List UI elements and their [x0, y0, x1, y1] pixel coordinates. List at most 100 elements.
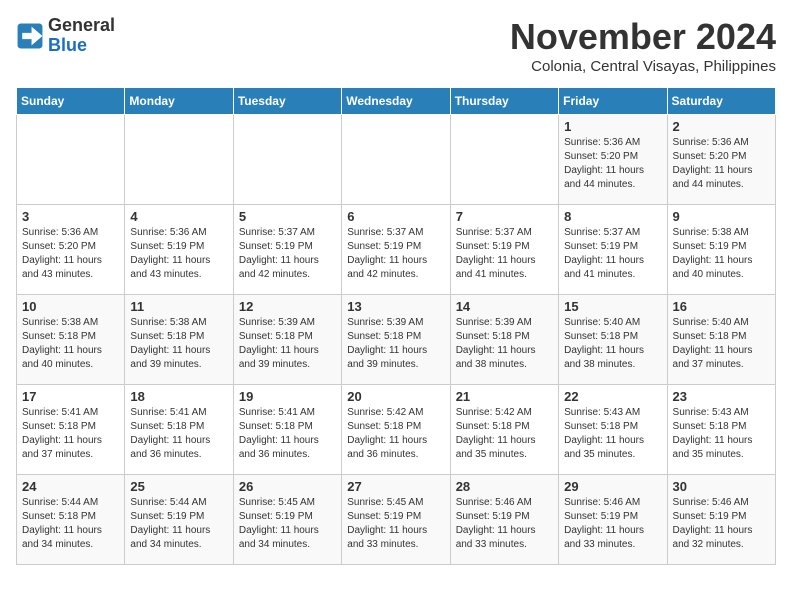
calendar-cell: 30Sunrise: 5:46 AM Sunset: 5:19 PM Dayli…	[667, 475, 775, 565]
day-info: Sunrise: 5:36 AM Sunset: 5:19 PM Dayligh…	[130, 226, 227, 282]
header-friday: Friday	[559, 88, 667, 115]
day-info: Sunrise: 5:44 AM Sunset: 5:19 PM Dayligh…	[130, 496, 227, 552]
day-number: 28	[456, 479, 553, 494]
calendar-cell: 29 Sunrise: 5:46 AM Sunset: 5:19 PM Dayli…	[559, 475, 667, 565]
day-info: Sunrise: 5:38 AM Sunset: 5:18 PM Dayligh…	[22, 316, 119, 372]
header-wednesday: Wednesday	[342, 88, 450, 115]
day-number: 23	[673, 389, 770, 404]
day-number: 26	[239, 479, 336, 494]
calendar-cell: 3 Sunrise: 5:36 AM Sunset: 5:20 PM Daylig…	[17, 205, 125, 295]
day-info: Sunrise: 5:40 AM Sunset: 5:18 PM Dayligh…	[673, 316, 770, 372]
header-monday: Monday	[125, 88, 233, 115]
calendar-cell: 27 Sunrise: 5:45 AM Sunset: 5:19 PM Dayli…	[342, 475, 450, 565]
day-info: Sunrise: 5:37 AM Sunset: 5:19 PM Dayligh…	[347, 226, 444, 282]
day-info: Sunrise: 5:46 AM Sunset: 5:19 PM Dayligh…	[673, 496, 770, 552]
logo: General Blue	[16, 16, 115, 56]
calendar-cell: 24 Sunrise: 5:44 AM Sunset: 5:18 PM Dayli…	[17, 475, 125, 565]
day-number: 7	[456, 209, 553, 224]
day-number: 16	[673, 299, 770, 314]
day-number: 4	[130, 209, 227, 224]
header-tuesday: Tuesday	[233, 88, 341, 115]
header-saturday: Saturday	[667, 88, 775, 115]
calendar-cell: 23 Sunrise: 5:43 AM Sunset: 5:18 PM Dayli…	[667, 385, 775, 475]
location-subtitle: Colonia, Central Visayas, Philippines	[510, 58, 776, 75]
day-number: 18	[130, 389, 227, 404]
calendar-cell	[233, 115, 341, 205]
calendar-cell: 6 Sunrise: 5:37 AM Sunset: 5:19 PM Daylig…	[342, 205, 450, 295]
day-number: 12	[239, 299, 336, 314]
calendar-cell: 11 Sunrise: 5:38 AM Sunset: 5:18 PM Dayli…	[125, 295, 233, 385]
calendar-cell	[342, 115, 450, 205]
day-number: 5	[239, 209, 336, 224]
day-info: Sunrise: 5:37 AM Sunset: 5:19 PM Dayligh…	[239, 226, 336, 282]
calendar-cell: 20 Sunrise: 5:42 AM Sunset: 5:18 PM Dayli…	[342, 385, 450, 475]
calendar-cell: 9 Sunrise: 5:38 AM Sunset: 5:19 PM Daylig…	[667, 205, 775, 295]
day-info: Sunrise: 5:39 AM Sunset: 5:18 PM Dayligh…	[456, 316, 553, 372]
day-number: 20	[347, 389, 444, 404]
day-number: 3	[22, 209, 119, 224]
day-info: Sunrise: 5:37 AM Sunset: 5:19 PM Dayligh…	[564, 226, 661, 282]
day-number: 22	[564, 389, 661, 404]
day-number: 27	[347, 479, 444, 494]
calendar-cell: 25 Sunrise: 5:44 AM Sunset: 5:19 PM Dayli…	[125, 475, 233, 565]
day-number: 9	[673, 209, 770, 224]
day-info: Sunrise: 5:40 AM Sunset: 5:18 PM Dayligh…	[564, 316, 661, 372]
day-info: Sunrise: 5:38 AM Sunset: 5:19 PM Dayligh…	[673, 226, 770, 282]
day-info: Sunrise: 5:41 AM Sunset: 5:18 PM Dayligh…	[130, 406, 227, 462]
day-info: Sunrise: 5:38 AM Sunset: 5:18 PM Dayligh…	[130, 316, 227, 372]
calendar-cell: 18 Sunrise: 5:41 AM Sunset: 5:18 PM Dayli…	[125, 385, 233, 475]
day-info: Sunrise: 5:44 AM Sunset: 5:18 PM Dayligh…	[22, 496, 119, 552]
calendar-cell: 21 Sunrise: 5:42 AM Sunset: 5:18 PM Dayli…	[450, 385, 558, 475]
header-thursday: Thursday	[450, 88, 558, 115]
day-number: 15	[564, 299, 661, 314]
calendar-week-row: 24 Sunrise: 5:44 AM Sunset: 5:18 PM Dayli…	[17, 475, 776, 565]
calendar-cell: 26Sunrise: 5:45 AM Sunset: 5:19 PM Dayli…	[233, 475, 341, 565]
calendar-cell: 16 Sunrise: 5:40 AM Sunset: 5:18 PM Dayli…	[667, 295, 775, 385]
calendar-cell	[450, 115, 558, 205]
day-info: Sunrise: 5:42 AM Sunset: 5:18 PM Dayligh…	[456, 406, 553, 462]
day-info: Sunrise: 5:42 AM Sunset: 5:18 PM Dayligh…	[347, 406, 444, 462]
day-info: Sunrise: 5:37 AM Sunset: 5:19 PM Dayligh…	[456, 226, 553, 282]
day-info: Sunrise: 5:36 AM Sunset: 5:20 PM Dayligh…	[22, 226, 119, 282]
day-number: 29	[564, 479, 661, 494]
header-sunday: Sunday	[17, 88, 125, 115]
day-info: Sunrise: 5:46 AM Sunset: 5:19 PM Dayligh…	[456, 496, 553, 552]
day-number: 21	[456, 389, 553, 404]
day-number: 6	[347, 209, 444, 224]
day-info: Sunrise: 5:39 AM Sunset: 5:18 PM Dayligh…	[239, 316, 336, 372]
calendar-cell: 2 Sunrise: 5:36 AM Sunset: 5:20 PM Daylig…	[667, 115, 775, 205]
calendar-cell: 19Sunrise: 5:41 AM Sunset: 5:18 PM Dayli…	[233, 385, 341, 475]
calendar-cell: 4 Sunrise: 5:36 AM Sunset: 5:19 PM Daylig…	[125, 205, 233, 295]
day-number: 10	[22, 299, 119, 314]
logo-text-line2: Blue	[48, 36, 115, 56]
calendar-cell: 22Sunrise: 5:43 AM Sunset: 5:18 PM Dayli…	[559, 385, 667, 475]
calendar-header-row: SundayMondayTuesdayWednesdayThursdayFrid…	[17, 88, 776, 115]
title-block: November 2024 Colonia, Central Visayas, …	[510, 16, 776, 75]
calendar-week-row: 17 Sunrise: 5:41 AM Sunset: 5:18 PM Dayli…	[17, 385, 776, 475]
day-number: 25	[130, 479, 227, 494]
calendar-cell: 13Sunrise: 5:39 AM Sunset: 5:18 PM Dayli…	[342, 295, 450, 385]
day-number: 2	[673, 119, 770, 134]
calendar-cell: 12 Sunrise: 5:39 AM Sunset: 5:18 PM Dayli…	[233, 295, 341, 385]
day-info: Sunrise: 5:36 AM Sunset: 5:20 PM Dayligh…	[673, 136, 770, 192]
calendar-cell: 28 Sunrise: 5:46 AM Sunset: 5:19 PM Dayli…	[450, 475, 558, 565]
calendar-week-row: 3 Sunrise: 5:36 AM Sunset: 5:20 PM Daylig…	[17, 205, 776, 295]
day-number: 17	[22, 389, 119, 404]
day-info: Sunrise: 5:43 AM Sunset: 5:18 PM Dayligh…	[673, 406, 770, 462]
calendar-cell: 1Sunrise: 5:36 AM Sunset: 5:20 PM Daylig…	[559, 115, 667, 205]
calendar-cell	[125, 115, 233, 205]
day-number: 11	[130, 299, 227, 314]
day-number: 19	[239, 389, 336, 404]
day-number: 24	[22, 479, 119, 494]
day-info: Sunrise: 5:46 AM Sunset: 5:19 PM Dayligh…	[564, 496, 661, 552]
day-info: Sunrise: 5:36 AM Sunset: 5:20 PM Dayligh…	[564, 136, 661, 192]
month-title: November 2024	[510, 16, 776, 58]
calendar-cell: 10 Sunrise: 5:38 AM Sunset: 5:18 PM Dayli…	[17, 295, 125, 385]
calendar-cell: 15 Sunrise: 5:40 AM Sunset: 5:18 PM Dayli…	[559, 295, 667, 385]
calendar-table: SundayMondayTuesdayWednesdayThursdayFrid…	[16, 87, 776, 565]
logo-text-line1: General	[48, 16, 115, 36]
calendar-cell: 8Sunrise: 5:37 AM Sunset: 5:19 PM Daylig…	[559, 205, 667, 295]
day-info: Sunrise: 5:45 AM Sunset: 5:19 PM Dayligh…	[347, 496, 444, 552]
logo-icon	[16, 22, 44, 50]
day-number: 13	[347, 299, 444, 314]
